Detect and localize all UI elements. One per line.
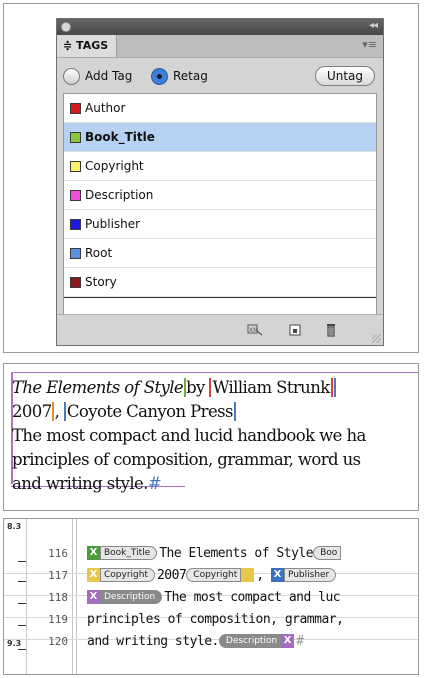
depth-tick [18,625,26,626]
tag-x-icon [241,567,255,582]
editor-line-118[interactable]: X Description The most compact and luc [87,587,341,609]
story-editor-frame: 8.3 9.3 116 117 118 119 120 X Book_Title T… [3,518,419,675]
gutter-divider [72,519,73,674]
tag-x-icon: X [87,589,100,604]
resize-grip[interactable] [372,334,381,343]
author-text[interactable]: William Strunk [209,378,333,397]
tag-color-swatch [70,132,81,143]
author-end-marker [332,378,336,397]
tag-row-root[interactable]: Root [64,239,376,268]
tag-label: Publisher [85,217,141,231]
collapse-icon[interactable]: ◂◂ [369,20,378,31]
tag-row-book-title[interactable]: Book_Title [64,123,376,152]
depth-label-bottom: 9.3 [7,639,22,648]
tag-color-swatch [70,190,81,201]
depth-tick [18,603,26,604]
tags-panel-frame: ◂◂ ≑ TAGS ▾≡ Add Tag Retag Untag Author … [3,3,419,353]
tag-x-icon: X [270,567,284,582]
tag-label: Description [85,188,154,202]
end-of-story-marker: # [296,634,304,649]
editor-text: The Elements of Style [159,546,314,561]
tag-list: Author Book_Title Copyright Description … [63,93,377,315]
depth-ruler [4,519,27,674]
line-number: 118 [48,591,68,604]
editor-text: The most compact and luc [164,590,341,605]
tag-marker-copyright[interactable]: X Copyright [87,567,155,582]
editor-text: 2007 [156,568,187,583]
tag-label: Story [85,275,117,289]
description-line-1[interactable]: The most compact and lucid handbook we h… [12,424,418,448]
panel-title-bar[interactable]: ◂◂ [57,19,383,35]
tag-x-icon: X [87,567,100,582]
untag-button[interactable]: Untag [315,66,375,86]
line-number: 116 [48,547,68,560]
tag-color-swatch [70,103,81,114]
editor-line-116[interactable]: X Book_Title The Elements of Style Boo [87,543,343,565]
tag-label: Root [85,246,113,260]
tag-label: Book_Title [85,130,155,144]
editor-line-119[interactable]: principles of composition, grammar, [87,609,344,631]
tag-row-author[interactable]: Author [64,94,376,123]
depth-tick [18,561,26,562]
retag-label: Retag [173,69,208,83]
book-title-text[interactable]: The Elements of Style [12,378,187,397]
by-text: by [186,378,210,397]
copyright-text[interactable]: 2007 [12,402,52,421]
editor-line-117[interactable]: X Copyright 2007 Copyright, X Publisher [87,565,338,587]
line-number: 120 [48,635,68,648]
svg-text:XM: XM [249,327,258,334]
tag-marker-book-title[interactable]: X Book_Title [87,545,158,560]
editor-line-120[interactable]: and writing style. Description X # [87,631,304,653]
panel-menu-icon[interactable]: ▾≡ [362,38,377,51]
panel-tab-row: ≑ TAGS ▾≡ [57,35,383,58]
retag-radio[interactable] [151,68,168,85]
story-layout-frame: The Elements of Style by William Strunk 2… [3,363,419,511]
tag-row-description[interactable]: Description [64,181,376,210]
tag-color-swatch [70,161,81,172]
panel-footer: XM [57,314,383,345]
editor-text: and writing style. [87,634,219,649]
tag-label: Author [85,101,126,115]
depth-tick [18,649,26,650]
tag-marker-close[interactable]: Description X [218,633,295,648]
tag-mode-row: Add Tag Retag Untag [57,59,383,93]
tag-marker-publisher[interactable]: X Publisher [270,567,337,582]
line-number: 119 [48,613,68,626]
tag-row-story[interactable]: Story [64,268,376,297]
depth-label-top: 8.3 [7,522,22,531]
gutter-divider [76,519,77,674]
editor-text: , [256,568,264,583]
tag-marker-description[interactable]: X Description [87,589,163,604]
list-divider [64,297,376,298]
tag-x-icon: X [281,633,295,648]
copyright-comma: , [51,402,64,421]
add-tag-label: Add Tag [85,69,133,83]
description-marker-top [11,372,418,373]
description-line-2[interactable]: principles of composition, grammar, word… [12,448,418,472]
tag-color-swatch [70,219,81,230]
end-of-story-marker: # [147,474,162,493]
add-tag-radio[interactable] [63,68,80,85]
tag-label: Copyright [85,159,144,173]
close-icon[interactable] [61,22,71,32]
delete-tag-icon[interactable] [323,323,339,337]
tag-autotag-icon[interactable]: XM [247,323,263,337]
tag-color-swatch [70,248,81,259]
description-line-3[interactable]: and writing style. [12,474,148,493]
tags-panel: ◂◂ ≑ TAGS ▾≡ Add Tag Retag Untag Author … [56,18,384,346]
tag-x-icon: X [87,545,100,560]
story-text[interactable]: The Elements of Style by William Strunk 2… [12,376,418,496]
tag-marker-close[interactable]: Boo [313,545,342,560]
tab-tags[interactable]: ≑ TAGS [57,35,117,57]
publisher-text[interactable]: Coyote Canyon Press [63,402,236,421]
line-number: 117 [48,569,68,582]
depth-tick [18,581,26,582]
tag-marker-close[interactable]: Copyright [186,567,255,582]
tag-color-swatch [70,277,81,288]
tag-row-publisher[interactable]: Publisher [64,210,376,239]
tag-row-copyright[interactable]: Copyright [64,152,376,181]
new-tag-icon[interactable] [287,323,303,337]
